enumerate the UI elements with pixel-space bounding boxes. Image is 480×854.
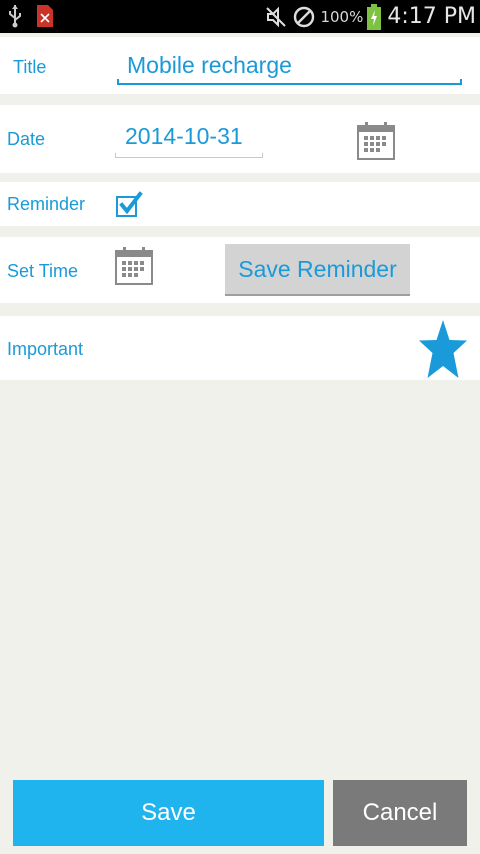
usb-icon (9, 5, 21, 28)
no-signal-icon (294, 6, 315, 27)
date-row: Date 2014-10-31 (0, 105, 480, 173)
important-row: Important (0, 316, 480, 380)
save-reminder-button[interactable]: Save Reminder (225, 244, 410, 296)
checkmark-icon (116, 191, 143, 217)
date-field[interactable]: 2014-10-31 (115, 123, 263, 150)
star-icon (419, 320, 467, 378)
notification-x-icon (37, 5, 53, 27)
cancel-button[interactable]: Cancel (333, 780, 467, 846)
title-row: Title (0, 37, 480, 94)
set-time-row: Set Time Save Reminder (0, 237, 480, 303)
title-input-underline (117, 79, 462, 85)
battery-charging-icon (367, 3, 382, 30)
reminder-checkbox[interactable] (115, 191, 143, 219)
status-bar: 100% 4:17 PM (0, 0, 480, 33)
date-label: Date (7, 129, 46, 149)
title-label: Title (13, 57, 47, 77)
battery-percent: 100% (320, 7, 364, 26)
date-field-underline (115, 153, 263, 158)
save-button[interactable]: Save (13, 780, 324, 846)
status-bar-right: 100% 4:17 PM (264, 0, 476, 33)
mute-icon (266, 6, 287, 27)
time-picker-button[interactable] (114, 246, 154, 290)
reminder-row: Reminder (0, 182, 480, 226)
calendar-icon (357, 122, 395, 160)
reminder-label: Reminder (7, 194, 86, 214)
set-time-label: Set Time (7, 261, 79, 281)
status-bar-left (8, 4, 54, 28)
calendar-icon (115, 247, 153, 285)
clock: 4:17 PM (387, 4, 476, 29)
important-label: Important (7, 339, 84, 359)
date-picker-button[interactable] (356, 121, 396, 165)
title-input[interactable] (117, 49, 462, 85)
important-star-toggle[interactable] (419, 320, 467, 384)
